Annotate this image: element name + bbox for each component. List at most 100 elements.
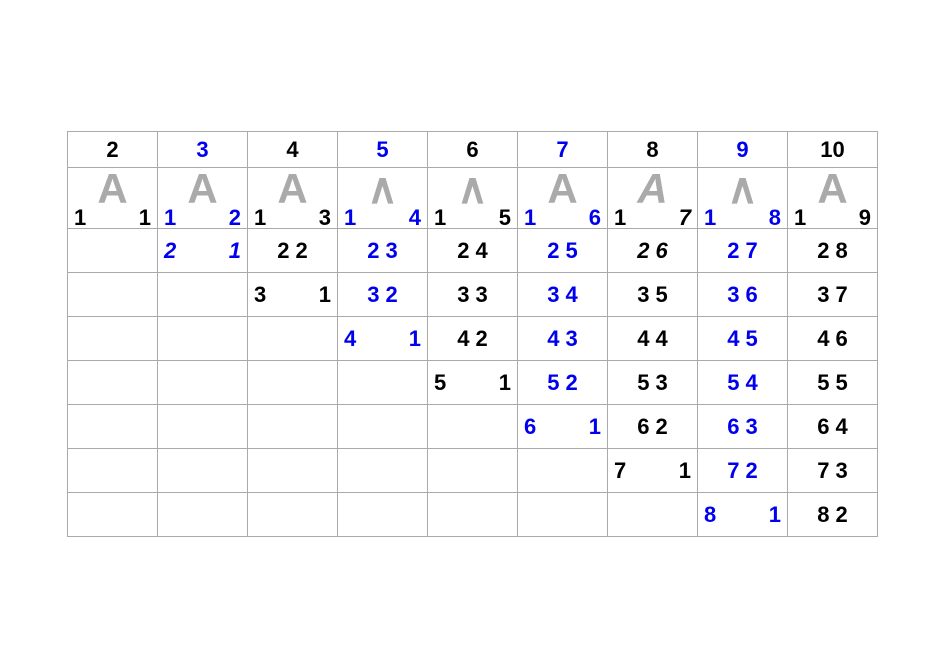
- empty-cell: [248, 317, 338, 361]
- empty-cell: [338, 493, 428, 537]
- header-cell: 10: [788, 132, 878, 168]
- empty-cell: [248, 361, 338, 405]
- symbol-cell: ∧ 18: [698, 168, 788, 229]
- data-cell: 7 3: [788, 449, 878, 493]
- empty-cell: [248, 449, 338, 493]
- header-cell: 4: [248, 132, 338, 168]
- header-cell: 8: [608, 132, 698, 168]
- data-cell: 3 5: [608, 273, 698, 317]
- data-cell: 2 3: [338, 229, 428, 273]
- data-cell: 4 6: [788, 317, 878, 361]
- symbol-cell: A 11: [68, 168, 158, 229]
- empty-cell: [518, 493, 608, 537]
- empty-cell: [518, 449, 608, 493]
- empty-cell: [158, 449, 248, 493]
- data-cell: 4 3: [518, 317, 608, 361]
- letter-a-icon: A: [248, 168, 337, 210]
- data-cell: 5 4: [698, 361, 788, 405]
- symbol-cell: A 13: [248, 168, 338, 229]
- empty-cell: [68, 229, 158, 273]
- empty-cell: [68, 273, 158, 317]
- data-cell: 3 2: [338, 273, 428, 317]
- table-row: 21 2 2 2 3 2 4 2 5 2 6 2 7 2 8: [68, 229, 878, 273]
- empty-cell: [158, 361, 248, 405]
- table-row: 41 4 2 4 3 4 4 4 5 4 6: [68, 317, 878, 361]
- table-row: 61 6 2 6 3 6 4: [68, 405, 878, 449]
- data-cell: 5 5: [788, 361, 878, 405]
- header-cell: 2: [68, 132, 158, 168]
- letter-a-icon: A: [788, 168, 877, 210]
- empty-cell: [68, 449, 158, 493]
- letter-a-icon: A: [608, 168, 697, 210]
- data-cell: 3 3: [428, 273, 518, 317]
- empty-cell: [68, 361, 158, 405]
- empty-cell: [248, 405, 338, 449]
- symbol-cell: ∧ 14: [338, 168, 428, 229]
- empty-cell: [428, 493, 518, 537]
- data-cell: 3 7: [788, 273, 878, 317]
- header-cell: 7: [518, 132, 608, 168]
- empty-cell: [428, 405, 518, 449]
- table-row: 31 3 2 3 3 3 4 3 5 3 6 3 7: [68, 273, 878, 317]
- header-cell: 3: [158, 132, 248, 168]
- letter-a-icon: A: [68, 168, 157, 210]
- caret-icon: ∧: [698, 168, 787, 210]
- empty-cell: [158, 405, 248, 449]
- empty-cell: [68, 493, 158, 537]
- empty-cell: [68, 317, 158, 361]
- data-cell: 21: [158, 229, 248, 273]
- letter-a-icon: A: [518, 168, 607, 210]
- empty-cell: [338, 449, 428, 493]
- table-row: 51 5 2 5 3 5 4 5 5: [68, 361, 878, 405]
- empty-cell: [68, 405, 158, 449]
- header-row: 2 3 4 5 6 7 8 9 10: [68, 132, 878, 168]
- empty-cell: [158, 273, 248, 317]
- data-cell: 4 5: [698, 317, 788, 361]
- header-cell: 9: [698, 132, 788, 168]
- data-cell: 6 2: [608, 405, 698, 449]
- symbol-cell: A 12: [158, 168, 248, 229]
- table-row: 71 7 2 7 3: [68, 449, 878, 493]
- caret-icon: ∧: [338, 168, 427, 210]
- data-cell: 3 4: [518, 273, 608, 317]
- letter-a-icon: A: [158, 168, 247, 210]
- data-cell: 8 2: [788, 493, 878, 537]
- empty-cell: [338, 361, 428, 405]
- data-cell: 5 2: [518, 361, 608, 405]
- data-cell: 5 3: [608, 361, 698, 405]
- empty-cell: [158, 493, 248, 537]
- data-cell: 31: [248, 273, 338, 317]
- symbol-cell: ∧ 15: [428, 168, 518, 229]
- data-cell: 2 7: [698, 229, 788, 273]
- data-cell: 51: [428, 361, 518, 405]
- data-cell: 41: [338, 317, 428, 361]
- data-cell: 61: [518, 405, 608, 449]
- header-cell: 6: [428, 132, 518, 168]
- data-cell: 3 6: [698, 273, 788, 317]
- symbol-row: A 11 A 12 A 13 ∧ 14 ∧ 15 A 16 A 17 ∧ 18: [68, 168, 878, 229]
- header-cell: 5: [338, 132, 428, 168]
- empty-cell: [158, 317, 248, 361]
- empty-cell: [428, 449, 518, 493]
- table-row: 81 8 2: [68, 493, 878, 537]
- data-cell: 2 5: [518, 229, 608, 273]
- symbol-cell: A 16: [518, 168, 608, 229]
- empty-cell: [338, 405, 428, 449]
- data-cell: 6 3: [698, 405, 788, 449]
- empty-cell: [248, 493, 338, 537]
- data-cell: 71: [608, 449, 698, 493]
- empty-cell: [608, 493, 698, 537]
- data-cell: 4 4: [608, 317, 698, 361]
- data-cell: 4 2: [428, 317, 518, 361]
- caret-icon: ∧: [428, 168, 517, 210]
- data-cell: 2 2: [248, 229, 338, 273]
- data-cell: 81: [698, 493, 788, 537]
- data-cell: 2 8: [788, 229, 878, 273]
- symbol-cell: A 17: [608, 168, 698, 229]
- data-cell: 2 4: [428, 229, 518, 273]
- data-cell: 7 2: [698, 449, 788, 493]
- multiplication-style-table: 2 3 4 5 6 7 8 9 10 A 11 A 12 A 13 ∧ 14 ∧…: [67, 131, 878, 537]
- data-cell: 6 4: [788, 405, 878, 449]
- symbol-cell: A 19: [788, 168, 878, 229]
- data-cell: 2 6: [608, 229, 698, 273]
